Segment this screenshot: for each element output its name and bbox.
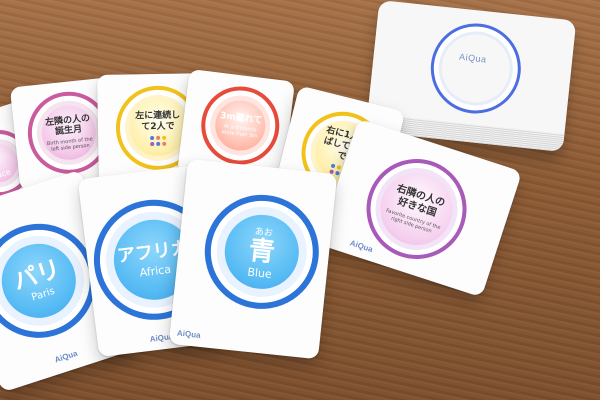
card-jp-text: 青	[247, 235, 277, 268]
card-jp-text: 左に連続して2人で	[135, 110, 181, 132]
card-en-text: Blue	[246, 265, 273, 281]
card-en-text: Birth month of the left side person	[46, 135, 93, 153]
card-en-text: Africa	[138, 262, 172, 280]
partial-card-en: face	[0, 166, 12, 181]
photo-scene: AiQua face 左隣の人の誕生月 Birth month of the l…	[0, 0, 600, 400]
card-brand: AiQua	[176, 328, 201, 340]
card-blue: あお 青 Blue AiQua	[168, 158, 338, 360]
deck-logo-ring	[426, 19, 526, 118]
people-dots-icon	[148, 135, 168, 146]
card-circle: 3m離れて At a distance more than 3m	[196, 82, 284, 169]
card-circle: あお 青 Blue	[199, 189, 325, 315]
card-en-text: At a distance more than 3m	[221, 123, 258, 140]
card-jp-text: 左隣の人の誕生月	[44, 113, 91, 137]
card-jp-text: パリ	[9, 253, 64, 296]
